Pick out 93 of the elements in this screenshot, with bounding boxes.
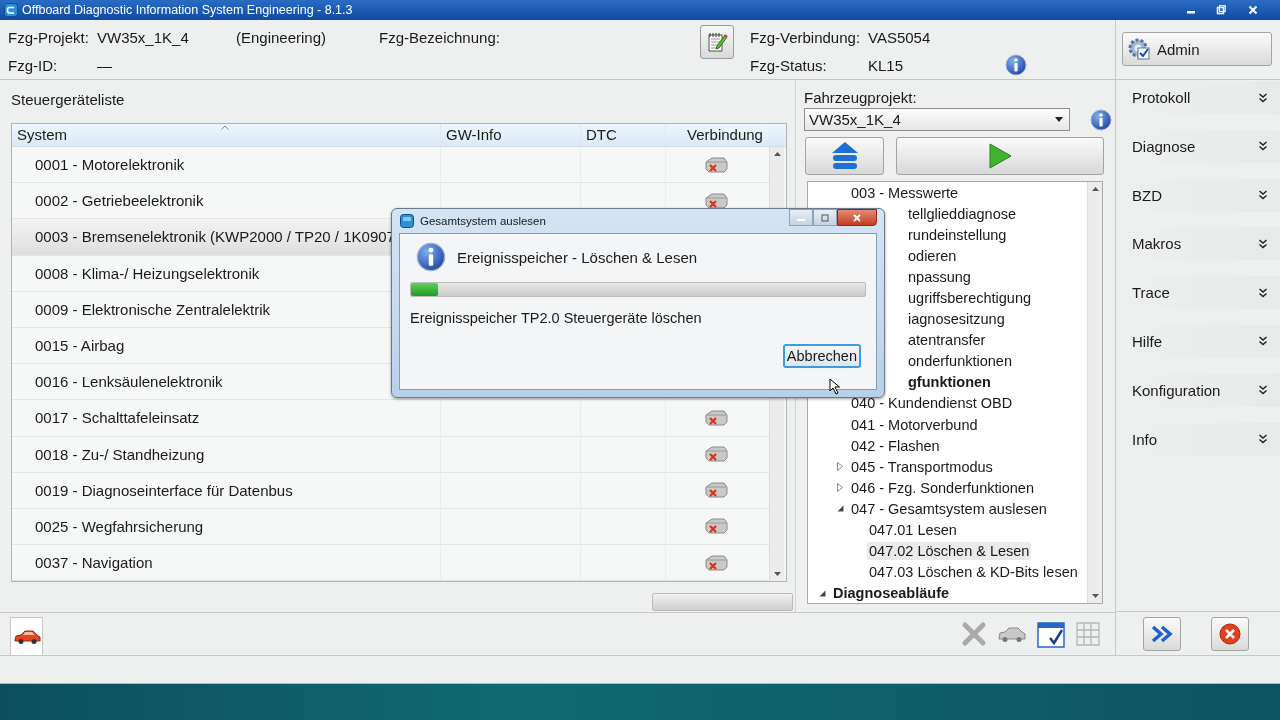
app-icon	[400, 214, 414, 228]
up-button[interactable]	[805, 137, 884, 175]
field-value: VW35x_1K_4	[97, 28, 190, 46]
close-icon[interactable]	[1248, 5, 1258, 15]
tree-item[interactable]: 041 - Motorverbund	[808, 414, 1087, 436]
column-header[interactable]: System	[12, 124, 441, 146]
chevron-down-icon[interactable]	[1258, 385, 1268, 396]
tree-item[interactable]: 046 - Fzg. Sonderfunktionen	[808, 477, 1087, 499]
table-cell: 0009 - Elektronische Zentralelektrik	[35, 300, 271, 318]
tree-item[interactable]: 047 - Gesamtsystem auslesen	[808, 498, 1087, 520]
scroll-down-icon[interactable]	[773, 572, 781, 576]
window-title: Offboard Diagnostic Information System Engineering - 8.1.3	[22, 3, 354, 17]
notepad-pencil-icon	[706, 31, 728, 53]
table-cell: 0018 - Zu-/ Standheizung	[35, 445, 205, 463]
scrollbar-thumb[interactable]	[652, 593, 793, 611]
cancel-button[interactable]: Abbrechen	[782, 344, 861, 368]
column-header[interactable]: DTC	[581, 124, 666, 146]
collapsed-icon[interactable]	[837, 462, 843, 472]
scrollbar[interactable]	[1087, 182, 1102, 603]
chevron-down-icon[interactable]	[1258, 336, 1268, 347]
admin-button[interactable]: Admin	[1122, 32, 1272, 66]
gear-check-icon	[1127, 37, 1151, 61]
info-icon	[416, 242, 446, 272]
scroll-up-icon[interactable]	[773, 152, 781, 156]
table-cell: 0016 - Lenksäulenelektronik	[35, 373, 223, 391]
field-label: Fzg-Bezeichnung:	[379, 28, 501, 46]
app-icon	[4, 3, 18, 17]
column-header[interactable]: Verbindung	[666, 124, 784, 146]
table-cell: 0001 - Motorelektronik	[35, 156, 185, 174]
field-value: KL15	[868, 56, 905, 74]
panel-title: Steuergeräteliste	[11, 90, 126, 110]
table-cell: 0008 - Klima-/ Heizungselektronik	[35, 264, 260, 282]
field-value: (Engineering)	[236, 28, 328, 46]
arrow-up-icon	[830, 141, 859, 171]
car-icon[interactable]	[997, 625, 1027, 643]
table-row[interactable]: 0017 - Schalttafeleinsatz	[12, 400, 769, 437]
table-cell: 0017 - Schalttafeleinsatz	[35, 409, 200, 427]
caret-icon	[1055, 117, 1063, 122]
tree-item[interactable]: 042 - Flashen	[808, 435, 1087, 457]
table-cell: 0015 - Airbag	[35, 337, 125, 355]
chevron-down-icon[interactable]	[1258, 287, 1268, 298]
close-icon[interactable]	[852, 213, 862, 222]
tree-item[interactable]: Diagnoseabläufe	[808, 582, 1087, 603]
chevron-down-icon[interactable]	[1258, 92, 1268, 103]
calendar-check-icon[interactable]	[1037, 620, 1065, 648]
collapsed-icon[interactable]	[837, 483, 843, 493]
dialog-message: Ereignisspeicher TP2.0 Steuergeräte löschen	[410, 310, 703, 326]
expanded-icon[interactable]	[836, 505, 844, 513]
car-icon	[12, 628, 41, 645]
table-row[interactable]: 0025 - Wegfahrsicherung	[12, 508, 769, 546]
table-row[interactable]: 0001 - Motorelektronik	[12, 147, 769, 184]
play-icon	[987, 142, 1013, 170]
close-button[interactable]	[837, 209, 877, 226]
tree-item[interactable]: 045 - Transportmodus	[808, 456, 1087, 478]
table-cell: 0002 - Getriebeelektronik	[35, 192, 204, 210]
chevron-down-icon[interactable]	[1258, 434, 1268, 445]
field-label: Fzg-Status:	[750, 56, 828, 74]
vehicle-tab[interactable]	[10, 617, 43, 655]
tree-item[interactable]: 047.01 Lesen	[808, 519, 1087, 541]
scroll-down-icon[interactable]	[1091, 594, 1099, 598]
chevron-down-icon[interactable]	[1258, 141, 1268, 152]
project-dropdown[interactable]: VW35x_1K_4	[804, 108, 1070, 131]
field-label: Fzg-ID:	[8, 56, 59, 74]
tree-item[interactable]: 047.03 Löschen & KD-Bits lesen	[808, 561, 1087, 583]
double-arrow-icon	[1151, 624, 1173, 643]
expanded-icon[interactable]	[818, 589, 826, 597]
tree-item[interactable]: 003 - Messwerte	[808, 182, 1087, 204]
chevron-down-icon[interactable]	[1258, 190, 1268, 201]
chevron-down-icon[interactable]	[1258, 238, 1268, 249]
table-cell: 0037 - Navigation	[35, 554, 153, 572]
field-value: —	[97, 56, 113, 74]
field-label: Fzg-Verbindung:	[750, 28, 862, 46]
table-row[interactable]: 0037 - Navigation	[12, 545, 769, 581]
field-label: Fahrzeugprojekt:	[804, 89, 918, 108]
scroll-up-icon[interactable]	[1091, 187, 1099, 191]
table-cell: 0019 - Diagnoseinterface für Datenbus	[35, 481, 293, 499]
exit-button[interactable]	[1211, 616, 1249, 651]
field-label: Fzg-Projekt:	[8, 28, 90, 46]
table-row[interactable]: 0018 - Zu-/ Standheizung	[12, 436, 769, 473]
info-icon	[1090, 108, 1112, 131]
table-cell: 0025 - Wegfahrsicherung	[35, 517, 204, 535]
table-row[interactable]: 0019 - Diagnoseinterface für Datenbus	[12, 472, 769, 509]
info-icon	[1005, 54, 1027, 76]
close-icon	[1219, 622, 1241, 645]
maximize-icon[interactable]	[820, 213, 830, 222]
column-header[interactable]: GW-Info	[441, 124, 581, 146]
field-value: VAS5054	[868, 28, 932, 46]
tree-item[interactable]: 040 - Kundendienst OBD	[808, 392, 1087, 415]
forward-button[interactable]	[1143, 616, 1181, 651]
restore-icon[interactable]	[1216, 5, 1226, 15]
start-button[interactable]	[896, 137, 1104, 175]
sort-icon[interactable]	[221, 125, 229, 130]
edit-button[interactable]	[700, 25, 734, 59]
